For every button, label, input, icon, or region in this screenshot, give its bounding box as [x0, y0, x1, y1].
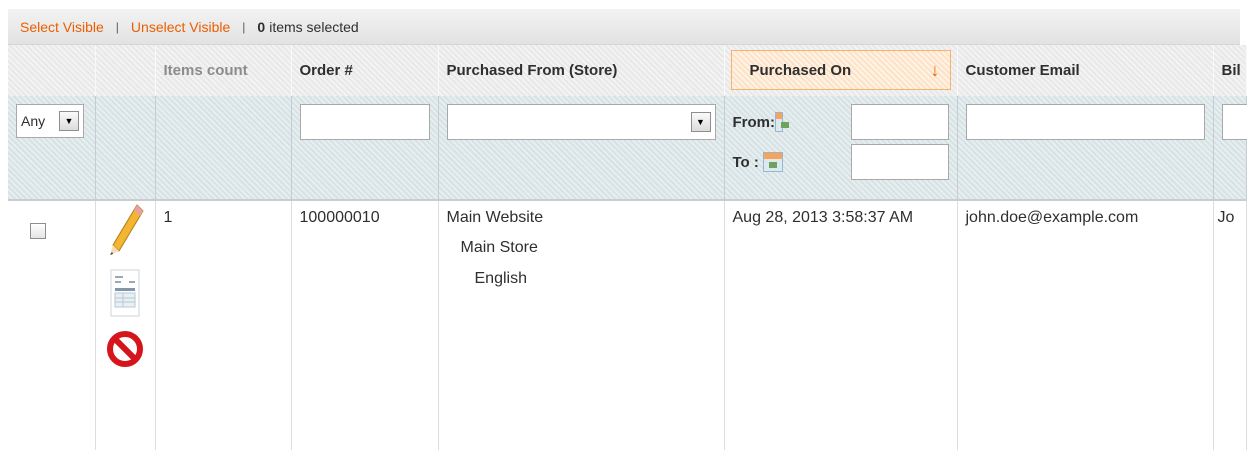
from-label: From:: [732, 113, 776, 131]
date-to-input[interactable]: [850, 144, 949, 180]
cancel-icon[interactable]: [105, 329, 145, 374]
row-billing: Jo: [1213, 200, 1247, 450]
calendar-icon[interactable]: [775, 112, 789, 132]
filter-items-count: [155, 96, 292, 201]
table-row[interactable]: 1 100000010 Main Website Main Store Engl…: [8, 200, 1247, 450]
date-to-row: To :: [733, 142, 949, 182]
unselect-visible-link[interactable]: Unselect Visible: [131, 19, 230, 35]
filter-order-number: [291, 96, 439, 201]
separator: |: [115, 19, 119, 34]
row-checkbox[interactable]: [30, 223, 46, 239]
to-label: To :: [732, 153, 759, 171]
chevron-down-icon: ▼: [59, 111, 79, 131]
date-from-row: From:: [733, 102, 949, 142]
row-select-cell: [8, 200, 96, 450]
arrow-down-icon: ↓: [930, 59, 940, 80]
pencil-icon[interactable]: [105, 201, 145, 264]
date-from-input[interactable]: [850, 104, 949, 140]
any-select-value: Any: [21, 113, 46, 129]
store-name: Main Store: [460, 239, 538, 257]
row-actions-cell: [95, 200, 156, 450]
header-actions: [95, 45, 156, 96]
grid-filters: Any ▼ ▼ From: To :: [8, 96, 1247, 201]
orders-grid: Items count Order # Purchased From (Stor…: [8, 45, 1247, 450]
any-select[interactable]: Any ▼: [16, 104, 84, 138]
store-filter-select[interactable]: ▼: [446, 104, 716, 140]
filter-massaction: Any ▼: [8, 96, 96, 201]
header-customer-email[interactable]: Customer Email: [957, 45, 1214, 96]
header-purchased-on-label: Purchased On: [749, 61, 852, 79]
header-order-number[interactable]: Order #: [291, 45, 439, 96]
customer-email-filter-input[interactable]: [965, 104, 1205, 140]
filter-purchased-from: ▼: [438, 96, 725, 201]
filter-purchased-on: From: To :: [724, 96, 958, 201]
header-items-count[interactable]: Items count: [155, 45, 292, 96]
row-order-number: 100000010: [291, 200, 439, 450]
selected-text: items selected: [269, 18, 359, 35]
calendar-icon[interactable]: [762, 152, 783, 172]
header-purchased-on[interactable]: Purchased On ↓: [724, 45, 958, 96]
row-purchased-on: Aug 28, 2013 3:58:37 AM: [724, 200, 958, 450]
purchased-on-value: Aug 28, 2013 3:58:37 AM: [732, 209, 914, 226]
invoice-icon[interactable]: [105, 264, 145, 329]
billing-filter-input[interactable]: [1221, 104, 1247, 140]
select-visible-link[interactable]: Select Visible: [20, 19, 104, 35]
row-items-count: 1: [155, 200, 292, 450]
row-customer-email: john.doe@example.com: [957, 200, 1214, 450]
chevron-down-icon: ▼: [690, 112, 711, 132]
header-purchased-from[interactable]: Purchased From (Store): [438, 45, 725, 96]
row-store: Main Website Main Store English: [438, 200, 725, 450]
header-massaction: [8, 45, 96, 96]
filter-customer-email: [957, 96, 1214, 201]
store-view: English: [474, 269, 527, 287]
massaction-bar: Select Visible | Unselect Visible | 0 it…: [8, 9, 1240, 45]
grid-headings: Items count Order # Purchased From (Stor…: [8, 45, 1247, 96]
header-billing[interactable]: Bil: [1213, 45, 1247, 96]
store-website: Main Website: [446, 209, 544, 226]
filter-actions: [95, 96, 156, 201]
order-number-filter-input[interactable]: [299, 104, 430, 140]
selected-count: 0: [257, 18, 266, 35]
separator: |: [242, 19, 246, 34]
sorted-column-box[interactable]: Purchased On ↓: [730, 50, 951, 90]
filter-billing: [1213, 96, 1247, 201]
